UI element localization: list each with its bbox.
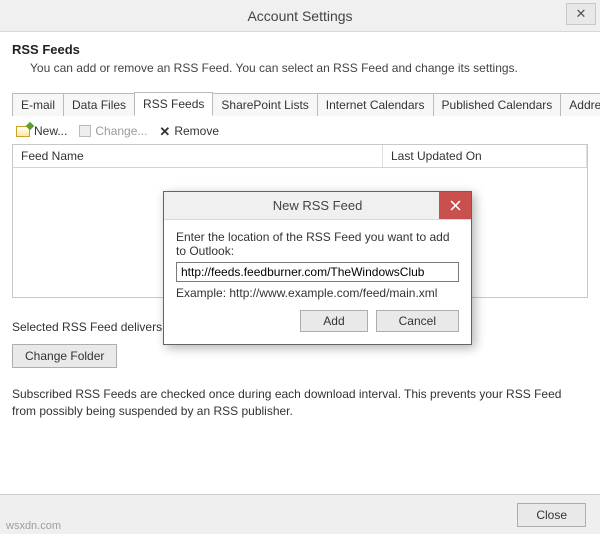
dialog-prompt: Enter the location of the RSS Feed you w… [176, 230, 459, 258]
window-titlebar: Account Settings ✕ [0, 0, 600, 32]
column-last-updated[interactable]: Last Updated On [383, 145, 587, 167]
dialog-titlebar: New RSS Feed [164, 192, 471, 220]
change-label: Change... [95, 124, 147, 138]
watermark: wsxdn.com [6, 520, 61, 532]
tab-email[interactable]: E-mail [12, 93, 64, 116]
tab-published-calendars[interactable]: Published Calendars [433, 93, 562, 116]
change-button[interactable]: Change... [79, 124, 147, 138]
tab-internet-calendars[interactable]: Internet Calendars [317, 93, 434, 116]
section-subtitle: You can add or remove an RSS Feed. You c… [30, 61, 588, 75]
cancel-button[interactable]: Cancel [376, 310, 459, 332]
list-header: Feed Name Last Updated On [12, 144, 588, 168]
tab-rss-feeds[interactable]: RSS Feeds [134, 92, 213, 116]
tab-sharepoint-lists[interactable]: SharePoint Lists [212, 93, 317, 116]
close-button[interactable]: Close [517, 503, 586, 527]
new-icon [16, 126, 30, 137]
remove-icon: ✕ [159, 125, 170, 138]
window-close-button[interactable]: ✕ [566, 3, 596, 25]
dialog-bottom-bar: Close [0, 494, 600, 534]
info-paragraph: Subscribed RSS Feeds are checked once du… [12, 386, 588, 420]
rss-url-input[interactable] [176, 262, 459, 282]
new-button[interactable]: New... [16, 124, 67, 138]
toolbar: New... Change... ✕ Remove [12, 116, 588, 144]
section-heading: RSS Feeds [12, 42, 588, 57]
new-rss-feed-dialog: New RSS Feed Enter the location of the R… [163, 191, 472, 345]
tab-address-books[interactable]: Address Books [560, 93, 600, 116]
column-feed-name[interactable]: Feed Name [13, 145, 383, 167]
dialog-title: New RSS Feed [273, 198, 363, 213]
add-button[interactable]: Add [300, 310, 367, 332]
new-label: New... [34, 124, 67, 138]
remove-label: Remove [174, 124, 219, 138]
close-icon [450, 200, 461, 211]
dialog-example: Example: http://www.example.com/feed/mai… [176, 286, 459, 300]
change-icon [79, 125, 91, 137]
tabstrip: E-mail Data Files RSS Feeds SharePoint L… [12, 91, 588, 116]
window-title: Account Settings [247, 8, 352, 24]
dialog-close-button[interactable] [439, 192, 471, 219]
remove-button[interactable]: ✕ Remove [159, 124, 219, 138]
change-folder-button[interactable]: Change Folder [12, 344, 117, 368]
close-icon: ✕ [576, 6, 587, 22]
tab-data-files[interactable]: Data Files [63, 93, 135, 116]
